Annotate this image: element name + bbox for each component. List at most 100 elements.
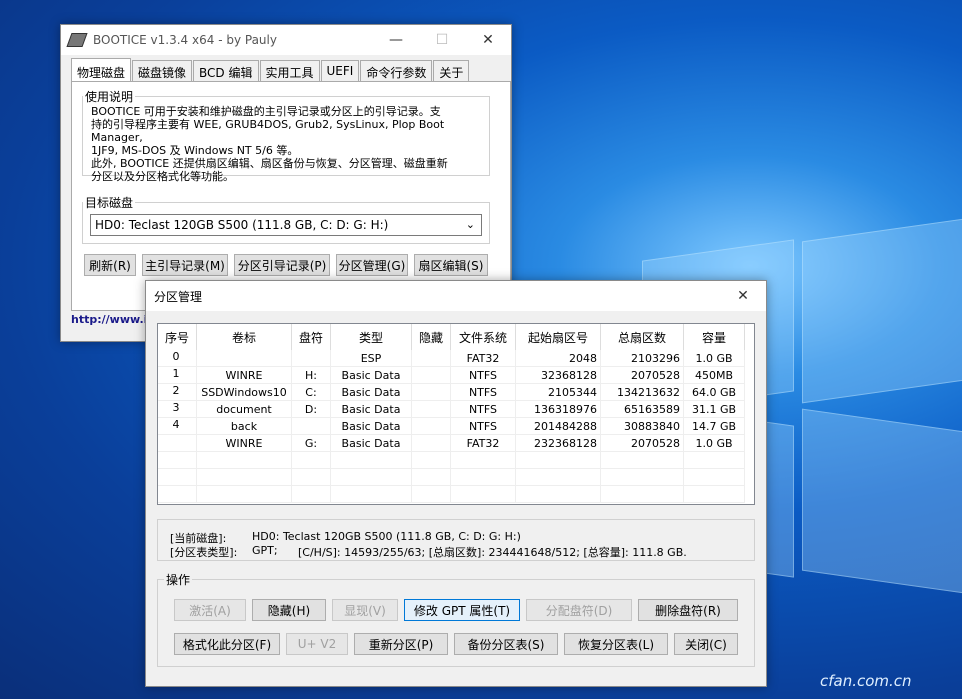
cell-total-sectors: 30883840 [600,417,684,435]
cell-hidden [411,400,451,418]
table-type-key: [分区表类型]: [170,546,238,559]
bootice-title: BOOTICE v1.3.4 x64 - by Pauly [93,33,277,47]
cell-filesystem: NTFS [450,417,516,435]
usage-line: 持的引导程序主要有 WEE, GRUB4DOS, Grub2, SysLinux… [91,118,445,144]
table-row[interactable]: document D: Basic Data NTFS 136318976 6516358… [158,400,745,418]
cell-start-sector [515,451,601,469]
cell-total-sectors: 2070528 [600,366,684,384]
cell-hidden [411,434,451,452]
table-row[interactable]: WINRE H: Basic Data NTFS 32368128 2070528 450M… [158,366,745,384]
col-hidden[interactable]: 隐藏 [411,324,451,350]
close-button[interactable]: ✕ [465,25,511,55]
gpt-attribute-button[interactable]: 修改 GPT 属性(T) [404,599,520,621]
dialog-close-icon[interactable]: ✕ [720,281,766,311]
table-row[interactable] [158,485,745,503]
cell-label: WINRE [196,434,292,452]
partition-rows: ESP FAT32 2048 2103296 1.0 GB WINRE H: Basic Da… [158,350,745,503]
cell-drive [291,417,331,435]
watermark: cfan.com.cn [820,672,912,690]
col-type[interactable]: 类型 [330,324,412,350]
cell-hidden [411,485,451,503]
tab-page-physical-disk: 使用说明 BOOTICE 可用于安装和维护磁盘的主引导记录或分区上的引导记录。支… [71,81,511,311]
cell-drive: D: [291,400,331,418]
repartition-button[interactable]: 重新分区(P) [354,633,448,655]
col-drive[interactable]: 盘符 [291,324,331,350]
cell-type [330,468,412,486]
cell-type: Basic Data [330,434,412,452]
disk-info-panel: [当前磁盘]: HD0: Teclast 120GB S500 (111.8 G… [157,519,755,561]
mbr-button[interactable]: 主引导记录(M) [142,254,228,276]
pbr-button[interactable]: 分区引导记录(P) [234,254,330,276]
cell-start-sector: 2048 [515,350,601,367]
cell-hidden [411,366,451,384]
table-row[interactable] [158,468,745,486]
sector-edit-button[interactable]: 扇区编辑(S) [414,254,488,276]
cell-filesystem: NTFS [450,366,516,384]
cell-capacity: 14.7 GB [683,417,745,435]
col-filesystem[interactable]: 文件系统 [450,324,516,350]
cell-hidden [411,468,451,486]
cell-total-sectors: 2103296 [600,350,684,367]
minimize-button[interactable]: — [373,25,419,55]
cell-total-sectors [600,451,684,469]
cell-total-sectors [600,485,684,503]
cell-drive [291,451,331,469]
cell-hidden [411,417,451,435]
cell-total-sectors: 134213632 [600,383,684,401]
backup-table-button[interactable]: 备份分区表(S) [454,633,558,655]
usage-line: BOOTICE 可用于安装和维护磁盘的主引导记录或分区上的引导记录。支 [91,105,441,118]
col-start-sector[interactable]: 起始扇区号 [515,324,601,350]
cell-capacity [683,451,745,469]
cell-start-sector: 201484288 [515,417,601,435]
hide-button[interactable]: 隐藏(H) [252,599,326,621]
cell-label: SSDWindows10 [196,383,292,401]
uv2-button[interactable]: U+ V2 [286,633,348,655]
activate-button[interactable]: 激活(A) [174,599,246,621]
partition-table: 序号 卷标 盘符 类型 隐藏 文件系统 起始扇区号 总扇区数 容量 ESP FAT… [158,324,745,503]
format-partition-button[interactable]: 格式化此分区(F) [174,633,280,655]
index-column-labels: 0 1 2 3 4 [158,350,194,435]
table-row[interactable]: SSDWindows10 C: Basic Data NTFS 2105344 13421… [158,383,745,401]
table-row[interactable] [158,451,745,469]
assign-drive-button[interactable]: 分配盘符(D) [526,599,632,621]
operations-legend: 操作 [166,573,191,587]
col-index[interactable]: 序号 [158,324,197,350]
cell-capacity: 64.0 GB [683,383,745,401]
usage-group: 使用说明 BOOTICE 可用于安装和维护磁盘的主引导记录或分区上的引导记录。支… [82,88,490,183]
table-row[interactable]: WINRE G: Basic Data FAT32 232368128 2070528 1.… [158,434,745,452]
col-capacity[interactable]: 容量 [683,324,745,350]
cell-capacity: 1.0 GB [683,434,745,452]
homepage-link[interactable]: http://www.ip [71,313,155,326]
remove-drive-button[interactable]: 删除盘符(R) [638,599,738,621]
table-type-value: GPT; [252,544,278,557]
cell-filesystem: NTFS [450,383,516,401]
partition-list[interactable]: 序号 卷标 盘符 类型 隐藏 文件系统 起始扇区号 总扇区数 容量 ESP FAT… [157,323,755,505]
col-label[interactable]: 卷标 [196,324,292,350]
table-row[interactable]: back Basic Data NTFS 201484288 30883840 14.7 … [158,417,745,435]
cell-type [330,485,412,503]
maximize-button[interactable]: ☐ [419,25,465,55]
cell-index [158,485,197,503]
usage-line: 分区以及分区格式化等功能。 [91,170,234,183]
target-disk-value: HD0: Teclast 120GB S500 (111.8 GB, C: D:… [95,218,389,232]
cell-filesystem: FAT32 [450,350,516,367]
cell-label: document [196,400,292,418]
target-disk-legend: 目标磁盘 [85,196,134,210]
restore-table-button[interactable]: 恢复分区表(L) [564,633,668,655]
partition-manage-button[interactable]: 分区管理(G) [336,254,408,276]
cell-label [196,485,292,503]
partition-titlebar[interactable]: 分区管理 ✕ [146,281,766,311]
show-button[interactable]: 显现(V) [332,599,398,621]
target-disk-select[interactable]: HD0: Teclast 120GB S500 (111.8 GB, C: D:… [90,214,482,236]
bootice-titlebar[interactable]: BOOTICE v1.3.4 x64 - by Pauly — ☐ ✕ [61,25,511,55]
table-row[interactable]: ESP FAT32 2048 2103296 1.0 GB [158,350,745,367]
cell-index [158,451,197,469]
cell-start-sector: 2105344 [515,383,601,401]
col-total-sectors[interactable]: 总扇区数 [600,324,684,350]
close-dialog-button[interactable]: 关闭(C) [674,633,738,655]
cell-label [196,350,292,367]
cell-drive [291,485,331,503]
refresh-button[interactable]: 刷新(R) [84,254,136,276]
cell-filesystem [450,451,516,469]
cell-drive: C: [291,383,331,401]
